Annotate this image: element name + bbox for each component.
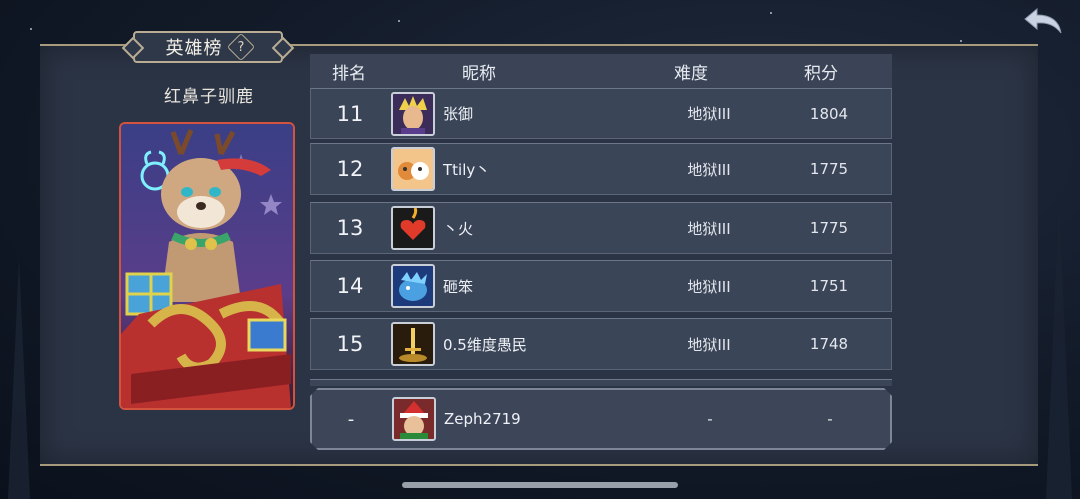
table-row[interactable]: 15 0.5维度愚民 地狱III 1748 xyxy=(310,318,892,370)
own-rank-row[interactable]: - Zeph2719 - - xyxy=(310,388,892,450)
page-title: 英雄榜 xyxy=(165,38,223,59)
blonde-hero-avatar-icon xyxy=(393,93,433,134)
table-row[interactable]: 14 砸笨 地狱III 1751 xyxy=(310,260,892,312)
star-decoration xyxy=(30,28,32,30)
own-difficulty: - xyxy=(707,410,713,428)
player-avatar xyxy=(391,322,435,366)
player-nickname: 砸笨 xyxy=(443,277,474,296)
hero-name: 红鼻子驯鹿 xyxy=(164,87,254,107)
difficulty-value: 地狱III xyxy=(687,105,731,123)
reindeer-hero-portrait xyxy=(121,124,293,408)
player-avatar xyxy=(391,206,435,250)
golden-sword-avatar-icon xyxy=(393,324,433,364)
own-avatar xyxy=(392,397,436,441)
score-value: 1775 xyxy=(809,160,849,178)
castle-spire xyxy=(1046,199,1072,499)
score-value: 1804 xyxy=(809,104,849,123)
hero-portrait-card[interactable] xyxy=(119,122,295,410)
back-button[interactable] xyxy=(1022,6,1064,36)
help-glyph: ? xyxy=(237,39,244,55)
own-score: - xyxy=(827,410,833,428)
score-column-header: 积分 xyxy=(804,63,838,84)
player-nickname: Ttily丶 xyxy=(443,160,491,179)
home-indicator-bar[interactable] xyxy=(402,482,678,488)
player-nickname: 丶火 xyxy=(443,219,474,238)
rank-number: 15 xyxy=(336,332,364,356)
christmas-character-avatar-icon xyxy=(394,399,434,439)
own-nickname: Zeph2719 xyxy=(444,410,521,428)
back-arrow-icon xyxy=(1024,7,1062,34)
rank-number: 14 xyxy=(336,274,364,298)
difficulty-value: 地狱III xyxy=(687,160,731,179)
star-decoration xyxy=(398,20,400,22)
rank-number: 13 xyxy=(336,216,364,240)
difficulty-value: 地狱III xyxy=(687,335,731,354)
star-decoration xyxy=(960,40,962,42)
score-value: 1751 xyxy=(809,277,849,295)
castle-spire xyxy=(8,259,30,499)
rank-number: 12 xyxy=(336,157,364,181)
table-row[interactable]: 12 Ttily丶 地狱III 1775 xyxy=(310,143,892,195)
player-avatar xyxy=(391,147,435,191)
rank-column-header: 排名 xyxy=(332,63,366,84)
cartoon-pets-avatar-icon xyxy=(393,149,433,189)
table-row[interactable]: 13 丶火 地狱III 1775 xyxy=(310,202,892,254)
score-value: 1775 xyxy=(809,219,849,237)
player-nickname: 0.5维度愚民 xyxy=(443,335,527,354)
table-header: 排名 昵称 难度 积分 xyxy=(310,54,892,88)
fire-heart-avatar-icon xyxy=(393,208,433,248)
help-icon[interactable]: ? xyxy=(226,32,255,62)
player-avatar xyxy=(391,264,435,308)
rank-number: 11 xyxy=(336,101,364,126)
player-avatar xyxy=(391,91,435,136)
nickname-column-header: 昵称 xyxy=(462,63,496,84)
blue-dragon-avatar-icon xyxy=(393,266,433,306)
player-nickname: 张御 xyxy=(443,105,474,123)
difficulty-column-header: 难度 xyxy=(674,63,708,84)
table-row[interactable]: 11 张御 地狱III 1804 xyxy=(310,88,892,139)
own-rank-number: - xyxy=(347,408,355,430)
score-value: 1748 xyxy=(809,335,849,353)
difficulty-value: 地狱III xyxy=(687,277,731,296)
leaderboard-title-plate: 英雄榜 ? xyxy=(133,31,283,63)
list-scroll-edge xyxy=(310,379,892,386)
star-decoration xyxy=(770,12,772,14)
difficulty-value: 地狱III xyxy=(687,219,731,238)
